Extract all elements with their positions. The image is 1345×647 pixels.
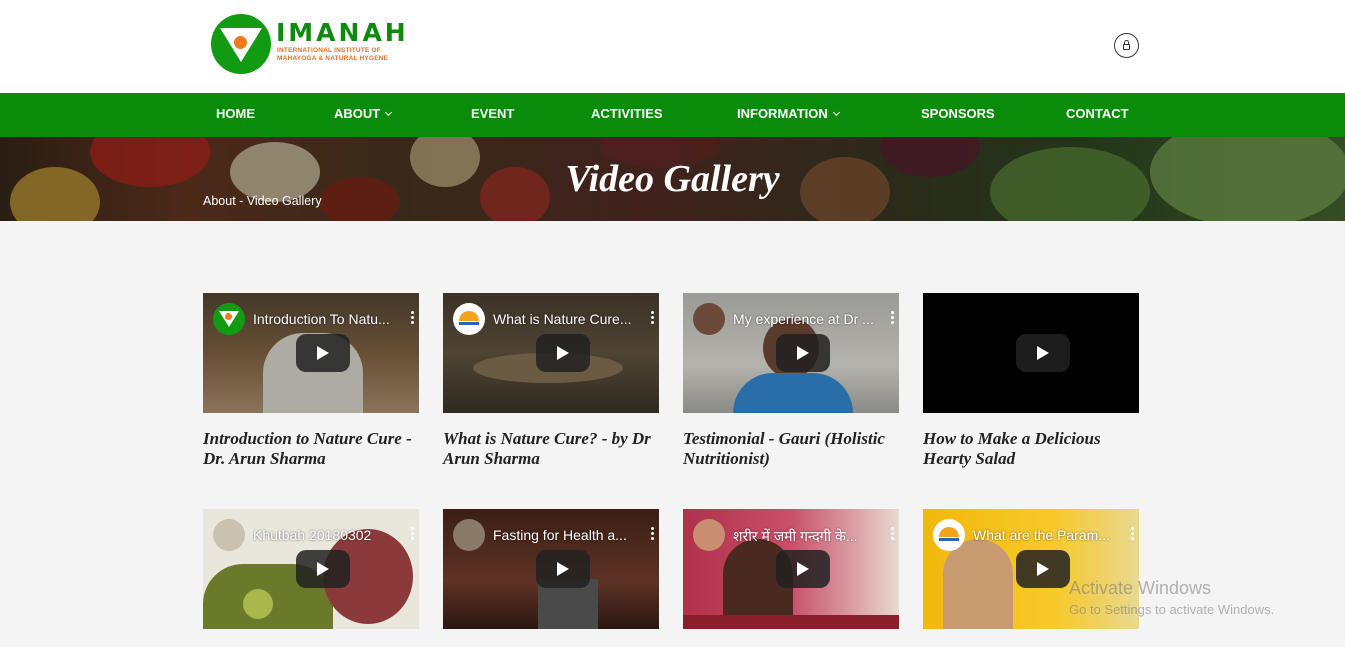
video-player[interactable]: Fasting for Health a... [443,509,659,629]
video-overlay-title: My experience at Dr ... [733,311,874,327]
channel-avatar [453,519,485,551]
video-player[interactable]: शरीर में जमी गन्दगी के... [683,509,899,629]
more-options-icon[interactable] [651,311,655,325]
nav-about[interactable]: ABOUT [334,106,393,121]
play-icon[interactable] [536,334,590,372]
more-options-icon[interactable] [411,527,415,541]
windows-activation-watermark: Activate Windows Go to Settings to activ… [1069,578,1275,617]
video-overlay-title: Fasting for Health a... [493,527,627,543]
play-icon[interactable] [776,550,830,588]
video-player[interactable] [923,293,1139,413]
more-options-icon[interactable] [891,311,895,325]
site-header: IMANAH INTERNATIONAL INSTITUTE OF MAHAYO… [0,0,1345,93]
play-icon[interactable] [776,334,830,372]
channel-avatar [693,519,725,551]
video-card: What is Nature Cure... What is Nature Cu… [443,293,659,473]
logo-subtitle: INTERNATIONAL INSTITUTE OF MAHAYOGA & NA… [277,47,389,62]
play-icon[interactable] [1016,550,1070,588]
nav-information[interactable]: INFORMATION [737,106,840,121]
logo-title: IMANAH [276,18,409,47]
nav-event[interactable]: EVENT [471,106,514,121]
page-title: Video Gallery [565,158,780,200]
channel-avatar [453,303,485,335]
nav-activities[interactable]: ACTIVITIES [591,106,663,121]
play-icon[interactable] [536,550,590,588]
nav-contact[interactable]: CONTACT [1066,106,1129,121]
video-caption: Testimonial - Gauri (Holistic Nutritioni… [683,429,885,468]
play-icon[interactable] [296,334,350,372]
channel-avatar [213,519,245,551]
more-options-icon[interactable] [891,527,895,541]
channel-avatar [213,303,245,335]
channel-avatar [933,519,965,551]
video-card: Fasting for Health a... [443,509,659,629]
video-overlay-title: What is Nature Cure... [493,311,632,327]
video-overlay-title: What are the Param... [973,527,1110,543]
more-options-icon[interactable] [411,311,415,325]
logo-emblem-icon [211,14,271,74]
video-card: How to Make a Delicious Hearty Salad [923,293,1139,473]
video-caption: Introduction to Nature Cure - Dr. Arun S… [203,429,412,468]
nav-sponsors[interactable]: SPONSORS [921,106,995,121]
video-caption: What is Nature Cure? - by Dr Arun Sharma [443,429,651,468]
chevron-down-icon [385,108,393,117]
breadcrumb: About - Video Gallery [203,194,322,208]
video-overlay-title: Khutbah 20180302 [253,527,372,543]
video-overlay-title: शरीर में जमी गन्दगी के... [733,528,858,544]
video-card: Khutbah 20180302 [203,509,419,629]
more-options-icon[interactable] [1131,527,1135,541]
video-caption: How to Make a Delicious Hearty Salad [923,429,1101,468]
play-icon[interactable] [296,550,350,588]
video-player[interactable]: My experience at Dr ... [683,293,899,413]
more-options-icon[interactable] [651,527,655,541]
video-player[interactable]: Introduction To Natu... [203,293,419,413]
play-icon[interactable] [1016,334,1070,372]
video-player[interactable]: What is Nature Cure... [443,293,659,413]
user-account-icon[interactable] [1114,33,1139,58]
main-nav: HOME ABOUT EVENT ACTIVITIES INFORMATION … [0,93,1345,137]
channel-avatar [693,303,725,335]
video-overlay-title: Introduction To Natu... [253,311,390,327]
video-card: Introduction To Natu... Introduction to … [203,293,419,473]
chevron-down-icon [832,108,840,117]
site-logo[interactable]: IMANAH INTERNATIONAL INSTITUTE OF MAHAYO… [211,14,421,76]
nav-home[interactable]: HOME [216,106,255,121]
video-player[interactable]: Khutbah 20180302 [203,509,419,629]
video-card: शरीर में जमी गन्दगी के... [683,509,899,629]
video-card: My experience at Dr ... Testimonial - Ga… [683,293,899,473]
